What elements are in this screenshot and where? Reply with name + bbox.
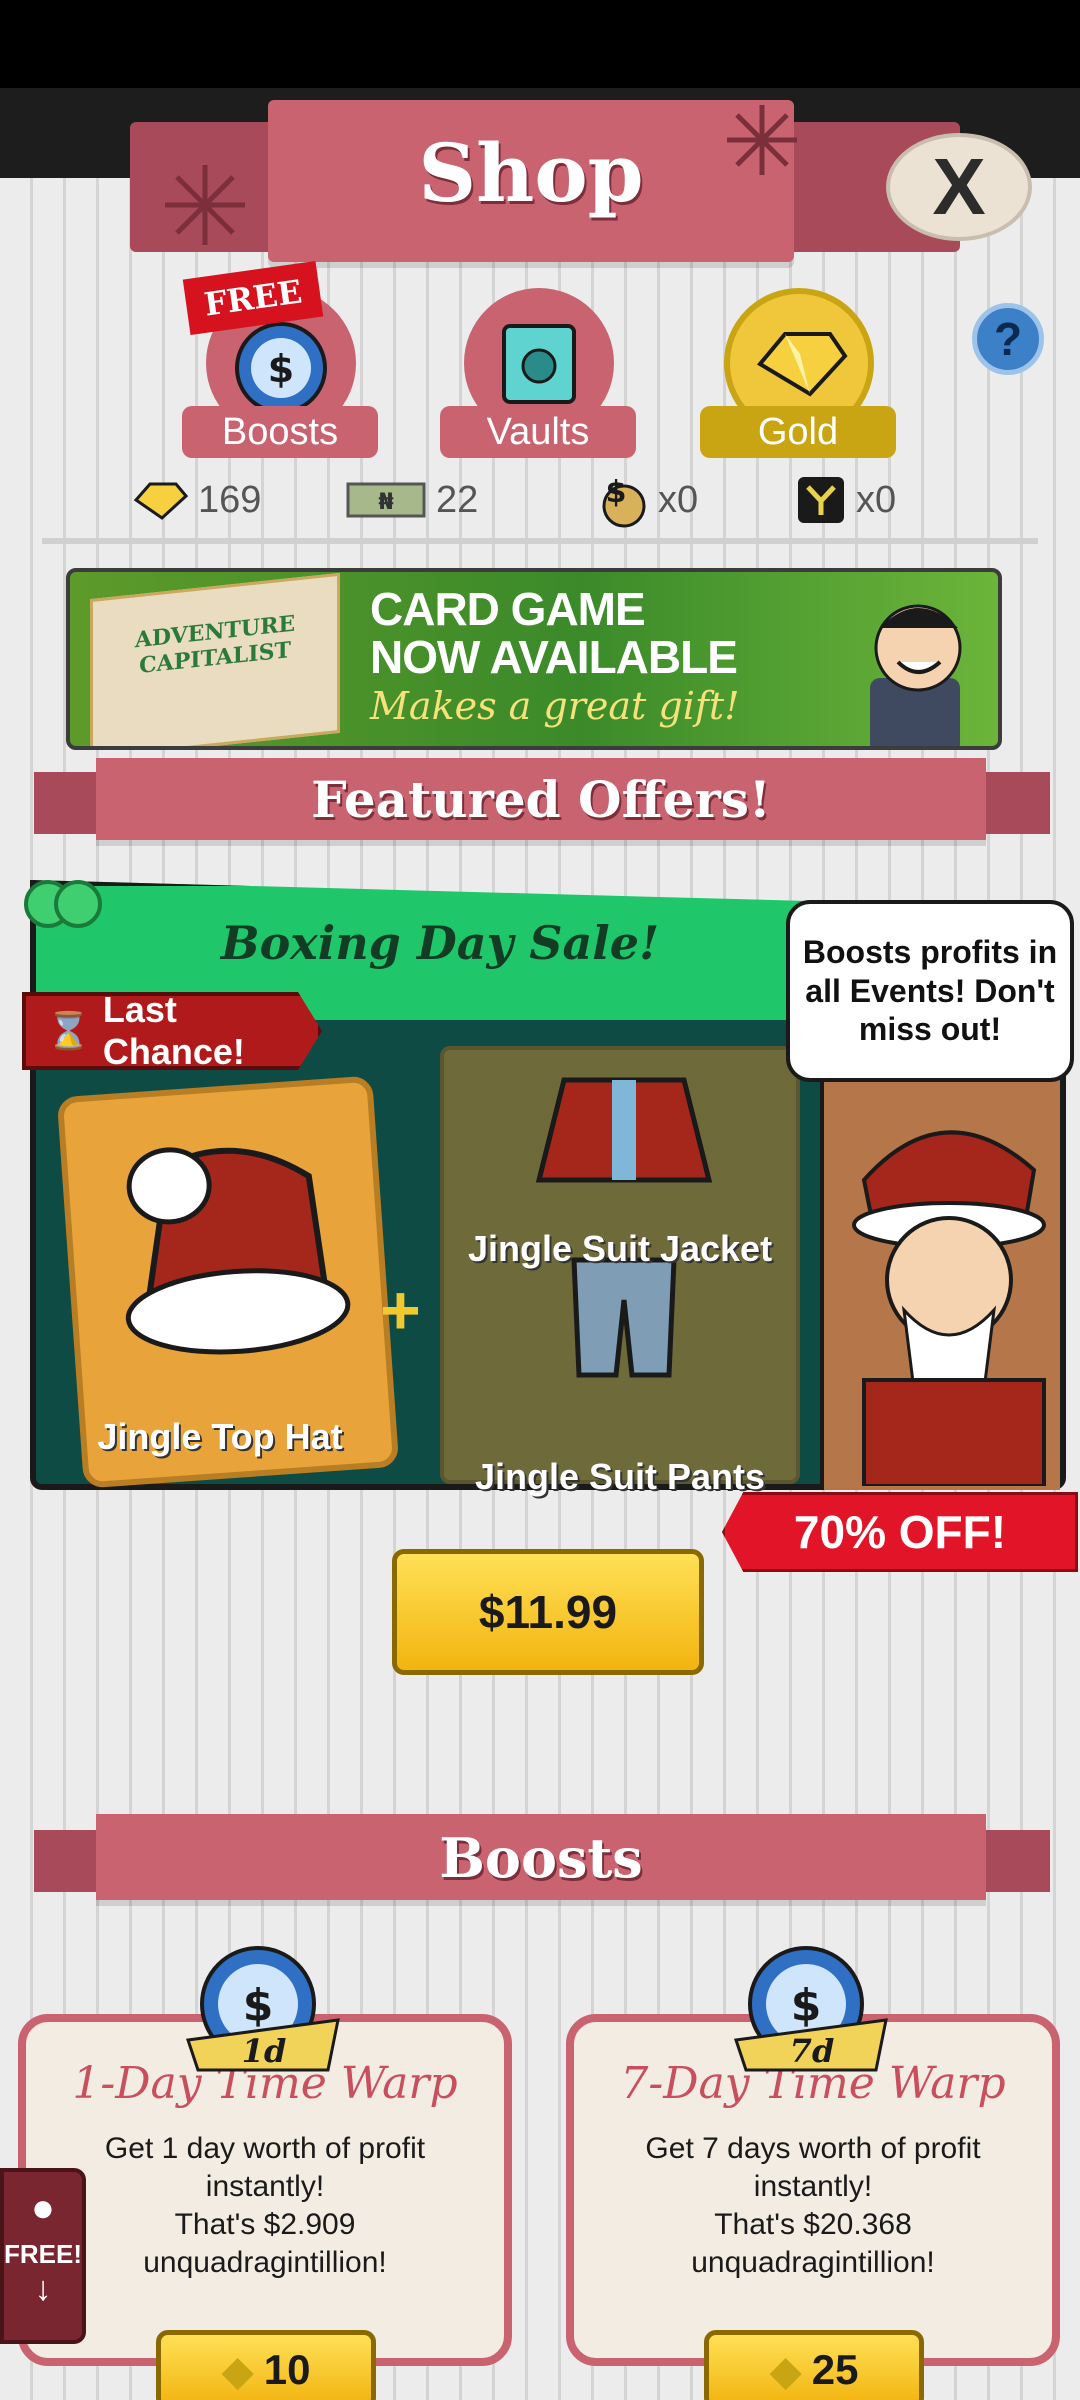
time-warp-stopwatch-icon: $ 7d xyxy=(734,1946,888,2072)
buy-offer-button[interactable]: $11.99 xyxy=(392,1549,704,1675)
svg-text:$: $ xyxy=(606,475,627,510)
boosts-section-title: Boosts xyxy=(439,1826,643,1890)
close-icon: X xyxy=(932,142,986,231)
featured-banner: Featured Offers! xyxy=(96,758,986,840)
discount-badge: 70% OFF! xyxy=(722,1492,1078,1572)
svg-text:₦: ₦ xyxy=(378,490,393,515)
angel-count: x0 xyxy=(856,478,897,521)
ad-tagline: Makes a great gift! xyxy=(370,684,740,728)
speech-bubble: Boosts profits in all Events! Don't miss… xyxy=(786,900,1074,1082)
title-banner: Shop xyxy=(268,100,794,262)
close-button[interactable]: X xyxy=(886,133,1032,241)
boost-desc-line: unquadragintillion! xyxy=(143,2246,387,2279)
currency-money-bag: $ x0 xyxy=(592,470,698,530)
money-bag-icon: $ xyxy=(602,475,646,528)
boost-desc-line: instantly! xyxy=(205,2170,325,2203)
megabucks-count: 22 xyxy=(436,478,479,521)
help-button[interactable]: ? xyxy=(972,303,1044,375)
card-game-box-title: ADVENTURE CAPITALIST xyxy=(134,610,296,679)
boost-price-button[interactable]: ◆ 10 xyxy=(156,2330,376,2400)
item-name-hat: Jingle Top Hat xyxy=(97,1416,343,1457)
last-chance-ribbon: ⌛ Last Chance! xyxy=(22,992,322,1070)
boost-price: 25 xyxy=(811,2346,859,2393)
boost-desc-line: That's $20.368 xyxy=(714,2208,912,2241)
gold-gem-icon: ◆ xyxy=(769,2346,802,2394)
boost-desc-line: instantly! xyxy=(753,2170,873,2203)
last-chance-text: Last Chance! xyxy=(102,989,245,1072)
boost-desc-line: Get 1 day worth of profit xyxy=(104,2132,426,2165)
card-game-ad-banner[interactable]: ADVENTURE CAPITALIST CARD GAME NOW AVAIL… xyxy=(66,568,1002,750)
svg-text:$: $ xyxy=(243,1980,274,2031)
boosts-banner: Boosts xyxy=(96,1814,986,1900)
money-bag-icon: ● xyxy=(30,2186,56,2230)
hourglass-icon: ⌛ xyxy=(46,1010,91,1051)
svg-text:$: $ xyxy=(268,347,294,391)
help-icon: ? xyxy=(993,313,1023,365)
santa-pants-icon xyxy=(571,1257,677,1378)
category-vaults-tab[interactable]: Vaults xyxy=(440,406,636,458)
category-boosts-tab[interactable]: Boosts xyxy=(182,406,378,458)
bow-icon xyxy=(24,880,102,928)
arrow-down-icon: ↓ xyxy=(34,2270,52,2308)
item-name-jacket: Jingle Suit Jacket xyxy=(467,1228,773,1269)
item-name-pants: Jingle Suit Pants xyxy=(474,1456,766,1497)
gold-gem-icon: ◆ xyxy=(221,2346,254,2394)
santa-mascot-panel xyxy=(820,1060,1060,1490)
boost-duration-badge: 1d xyxy=(242,2032,287,2070)
santa-jacket-icon xyxy=(535,1077,713,1183)
snowflake-icon xyxy=(727,105,797,175)
card-game-box-image: ADVENTURE CAPITALIST xyxy=(90,572,340,746)
category-gold-tab[interactable]: Gold xyxy=(700,406,896,458)
mascot-icon xyxy=(870,604,962,746)
status-bar xyxy=(0,0,1080,88)
boost-price-button[interactable]: ◆ 25 xyxy=(704,2330,924,2400)
boost-desc-line: That's $2.909 xyxy=(174,2208,356,2241)
time-warp-stopwatch-icon: $ 1d xyxy=(186,1946,340,2072)
offer-title: Boxing Day Sale! xyxy=(220,916,660,970)
money-bag-count: x0 xyxy=(658,478,699,521)
boost-description: Get 1 day worth of profit instantly! Tha… xyxy=(26,2130,504,2282)
santa-mascot-icon xyxy=(852,1130,1046,1488)
megabucks-icon: ₦ xyxy=(346,482,426,518)
boost-price: 10 xyxy=(263,2346,311,2393)
ad-headline-1: CARD GAME xyxy=(370,583,646,635)
currency-gold: 169 xyxy=(132,470,261,530)
currency-angel: x0 xyxy=(796,470,896,530)
page-title: Shop xyxy=(418,126,644,220)
currency-megabucks: ₦ 22 xyxy=(346,470,478,530)
ad-headline-2: NOW AVAILABLE xyxy=(370,631,738,683)
angel-investor-icon xyxy=(798,477,844,523)
santa-hat-icon xyxy=(125,1147,351,1355)
boost-desc-line: unquadragintillion! xyxy=(691,2246,935,2279)
free-side-label: FREE! xyxy=(4,2239,82,2269)
boost-desc-line: Get 7 days worth of profit xyxy=(645,2132,981,2165)
divider xyxy=(42,538,1038,544)
free-side-button[interactable]: ● FREE! ↓ xyxy=(0,2168,86,2344)
svg-text:$: $ xyxy=(791,1980,822,2031)
plus-symbol: + xyxy=(380,1271,421,1349)
gold-gem-icon xyxy=(133,482,188,520)
gold-count: 169 xyxy=(198,478,262,521)
featured-offers-title: Featured Offers! xyxy=(311,770,771,829)
boost-description: Get 7 days worth of profit instantly! Th… xyxy=(574,2130,1052,2282)
snowflake-icon xyxy=(165,165,245,245)
boost-duration-badge: 7d xyxy=(790,2032,835,2070)
